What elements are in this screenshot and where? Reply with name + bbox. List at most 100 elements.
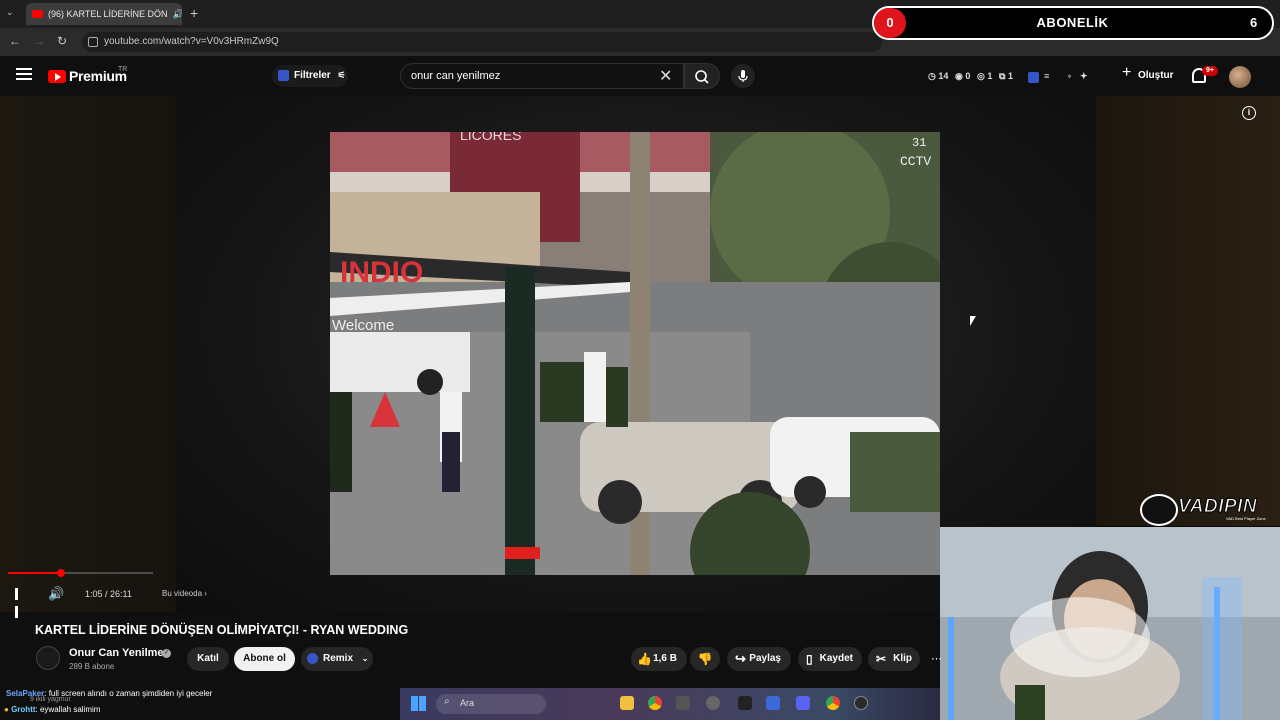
trophy-icon[interactable]: ♆ (1066, 71, 1073, 81)
stat-tags: ⧉ 1 (999, 71, 1013, 81)
clear-search-icon[interactable]: ✕ (659, 66, 672, 86)
mouse-cursor-icon (970, 316, 976, 326)
search-input[interactable]: onur can yenilmez (400, 63, 684, 89)
scissors-icon: ✂ (876, 652, 887, 666)
discord-icon[interactable] (796, 696, 810, 710)
stream-chat: SelaPaker: full screen alındı o zaman şi… (0, 686, 400, 720)
info-icon[interactable]: i (1242, 106, 1256, 120)
search-value: onur can yenilmez (411, 70, 501, 82)
channel-name[interactable]: Onur Can Yenilmez (69, 647, 169, 659)
frame-sign-num: 31 (912, 136, 926, 150)
extension-badge-icon (278, 70, 289, 81)
thumbs-down-icon: 👎 (697, 652, 713, 666)
verified-icon: ✓ (162, 649, 171, 658)
pause-icon[interactable] (15, 587, 26, 618)
thumbs-up-icon: 👍 (637, 652, 652, 666)
remix-icon (307, 653, 318, 664)
eye-outline-icon: ◎ (977, 71, 985, 81)
app2-icon[interactable] (766, 696, 780, 710)
ambient-left (0, 96, 176, 612)
watermark-sub: VAD Best Player Zone (1226, 516, 1266, 521)
watermark-brand: VADIPIN (1177, 496, 1258, 518)
audio-icon[interactable]: 🔊 (173, 9, 182, 20)
filters-label: Filtreler (294, 70, 331, 81)
volume-icon[interactable]: 🔊 (48, 586, 64, 602)
subscriber-goal-title: ABONELİK (1036, 15, 1109, 30)
avatar[interactable] (1229, 66, 1251, 88)
voice-search-button[interactable] (731, 64, 755, 88)
join-button[interactable]: Katıl (187, 647, 229, 671)
chat-behind: 9 ikili yagmur (30, 696, 71, 703)
browser-tab[interactable]: (96) KARTEL LİDERİNE DÖN 🔊 ✕ (26, 3, 182, 25)
microphone-icon (738, 70, 748, 82)
url-field[interactable]: youtube.com/watch?v=V0v3HRmZw9Q (82, 32, 882, 52)
windows-start-icon[interactable] (411, 696, 426, 711)
reload-icon[interactable]: ↻ (57, 34, 67, 48)
subscriber-goal-start: 0 (874, 8, 906, 38)
ambient-right (1095, 96, 1280, 526)
chrome-icon[interactable] (648, 696, 662, 710)
obs2-icon[interactable] (854, 696, 868, 710)
frame-cctv: CCTV (900, 154, 931, 169)
street-scene-image: LICORES CCTV 31 INDIO Welcome (330, 132, 940, 575)
chapter-button[interactable]: Bu videoda › (162, 589, 207, 598)
video-title: KARTEL LİDERİNE DÖNÜŞEN OLİMPİYATÇI! - R… (35, 623, 409, 637)
bookmark-icon: ▯ (806, 652, 813, 666)
logo-region: TR (118, 66, 128, 73)
sparkle-icon[interactable]: ✦ (1080, 71, 1088, 82)
taskbar-search-icon: ⌕ (444, 696, 450, 707)
share-icon: ↪ (735, 651, 746, 666)
like-button[interactable]: 👍 1,6 B (631, 647, 687, 671)
channel-avatar[interactable] (36, 646, 60, 670)
frame-sign-top: LICORES (460, 132, 521, 143)
chrome2-icon[interactable] (826, 696, 840, 710)
url-text: youtube.com/watch?v=V0v3HRmZw9Q (104, 36, 279, 47)
subscribe-button[interactable]: Abone ol (234, 647, 295, 671)
create-button[interactable]: Oluştur (1118, 65, 1180, 87)
youtube-logo-play (55, 73, 61, 81)
remix-button[interactable]: Remix ⌄ (301, 647, 373, 671)
extension-icon[interactable] (1028, 72, 1039, 83)
chat-badge-icon: ● (4, 705, 9, 714)
forward-icon[interactable]: → (33, 34, 45, 48)
tab-title: (96) KARTEL LİDERİNE DÖN (48, 9, 168, 19)
progress-scrubber[interactable] (57, 569, 65, 577)
webcam-feed (940, 527, 1280, 720)
settings-icon[interactable] (706, 696, 720, 710)
search-icon (695, 70, 709, 84)
subscriber-goal-target: 6 (1250, 15, 1258, 30)
progress-bar-fill (8, 572, 60, 574)
share-button[interactable]: ↪ Paylaş (727, 647, 791, 671)
clock-icon: ◷ (928, 71, 936, 81)
save-button[interactable]: ▯ Kaydet (798, 647, 862, 671)
streamer-webcam-image (940, 527, 1280, 720)
back-icon[interactable]: ← (9, 34, 21, 48)
time-display: 1:05 / 26:11 (85, 589, 132, 599)
list-icon[interactable]: ≡ (1044, 71, 1049, 81)
stat-clock: ◷ 14 (928, 71, 949, 81)
more-actions-icon[interactable]: ⋯ (931, 652, 942, 665)
clip-button[interactable]: ✂ Klip (868, 647, 920, 671)
eye-icon: ◉ (955, 71, 963, 81)
chevron-right-icon: › (204, 589, 207, 598)
app-icon[interactable] (676, 696, 690, 710)
youtube-favicon-icon (32, 10, 43, 18)
search-button[interactable] (684, 63, 720, 89)
file-explorer-icon[interactable] (620, 696, 634, 710)
frame-banner: INDIO (340, 256, 423, 289)
dislike-button[interactable]: 👎 (690, 647, 720, 671)
chevron-down-icon: ⌄ (361, 654, 369, 663)
chat-line-2: ● Grohtt: eywallah salimim (4, 705, 101, 714)
taskbar-search[interactable]: ⌕ Ara (436, 694, 546, 714)
stat-seen: ◎ 1 (977, 71, 993, 81)
subscriber-count: 289 B abone (69, 662, 115, 671)
filters-button[interactable]: Filtreler ⚟ (272, 65, 348, 87)
new-tab-button[interactable]: + (190, 5, 198, 21)
frame-welcome: Welcome (332, 317, 394, 334)
tab-list-button[interactable]: ⌄ (6, 7, 14, 18)
site-info-icon[interactable] (88, 37, 98, 47)
menu-icon[interactable] (16, 68, 32, 80)
notification-badge: 9+ (1202, 66, 1218, 76)
obs-icon[interactable] (738, 696, 752, 710)
stat-views: ◉ 0 (955, 71, 971, 81)
